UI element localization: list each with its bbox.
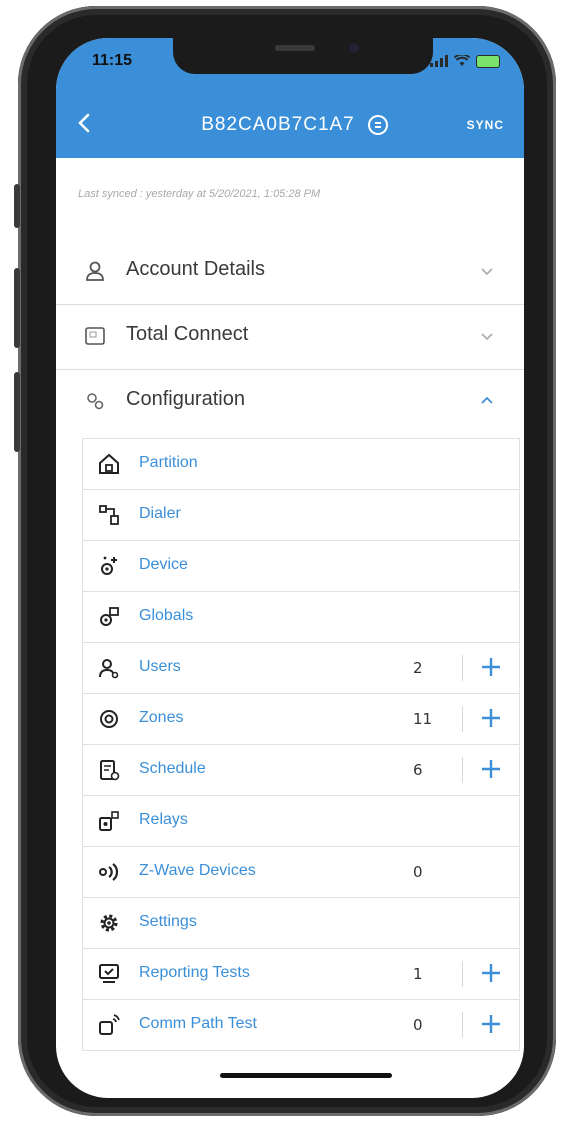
- schedule-icon: [100, 760, 120, 781]
- page-title-container: B82CA0B7C1A7: [56, 114, 524, 136]
- device-icon: [101, 556, 117, 575]
- cellular-signal-icon: [430, 55, 448, 67]
- divider: [462, 655, 463, 681]
- config-item-label: Schedule: [139, 760, 206, 777]
- config-item-label: Globals: [139, 607, 194, 624]
- config-item-count: 1: [413, 965, 423, 983]
- zwave-icon: [99, 863, 119, 881]
- earpiece: [275, 45, 315, 51]
- config-item-reporting-tests[interactable]: Reporting Tests 1: [83, 949, 519, 1000]
- battery-charging-icon: [476, 54, 500, 68]
- section-label: Configuration: [126, 388, 245, 410]
- globals-icon: [100, 607, 119, 626]
- config-item-count: 2: [413, 659, 423, 677]
- config-item-label: Partition: [139, 454, 198, 471]
- configuration-list: Partition Dialer Device Globals Users 2 …: [82, 438, 520, 1051]
- status-icons: [430, 53, 500, 69]
- config-item-z-wave-devices[interactable]: Z-Wave Devices 0: [83, 847, 519, 898]
- config-item-settings[interactable]: Settings: [83, 898, 519, 949]
- zones-icon: [100, 710, 118, 728]
- chevron-down-icon: [481, 268, 493, 276]
- config-item-count: 6: [413, 761, 423, 779]
- config-item-label: Settings: [139, 913, 197, 930]
- house-icon: [99, 453, 119, 474]
- last-synced-text: Last synced : yesterday at 5/20/2021, 1:…: [78, 188, 321, 200]
- config-item-globals[interactable]: Globals: [83, 592, 519, 643]
- add-user-plus-icon[interactable]: [479, 655, 503, 679]
- add-zone-plus-icon[interactable]: [479, 706, 503, 730]
- gears-icon: [87, 393, 104, 410]
- config-item-users[interactable]: Users 2: [83, 643, 519, 694]
- relays-icon: [99, 811, 119, 831]
- config-item-label: Zones: [139, 709, 184, 726]
- config-item-label: Users: [139, 658, 181, 675]
- config-item-schedule[interactable]: Schedule 6: [83, 745, 519, 796]
- volume-up-button: [14, 268, 20, 348]
- chevron-down-icon: [481, 333, 493, 341]
- config-item-relays[interactable]: Relays: [83, 796, 519, 847]
- volume-down-button: [14, 372, 20, 452]
- section-configuration[interactable]: Configuration: [56, 370, 524, 434]
- config-item-comm-path-test[interactable]: Comm Path Test 0: [83, 1000, 519, 1051]
- section-label: Account Details: [126, 258, 265, 280]
- info-icon[interactable]: [367, 114, 389, 136]
- config-item-label: Reporting Tests: [139, 964, 250, 981]
- mute-switch: [14, 184, 20, 228]
- page-title: B82CA0B7C1A7: [201, 114, 355, 135]
- config-item-label: Relays: [139, 811, 188, 828]
- config-item-dialer[interactable]: Dialer: [83, 490, 519, 541]
- config-item-device[interactable]: Device: [83, 541, 519, 592]
- chevron-up-icon: [481, 396, 493, 404]
- reporting-icon: [99, 964, 119, 983]
- wifi-icon: [454, 55, 470, 66]
- config-item-zones[interactable]: Zones 11: [83, 694, 519, 745]
- app-screen: 11:15 B82CA0B7C1A7 SYNC Last synced: ye…: [56, 38, 524, 1098]
- front-camera: [349, 43, 359, 53]
- config-item-label: Device: [139, 556, 188, 573]
- section-account-details[interactable]: Account Details: [56, 240, 524, 305]
- divider: [462, 757, 463, 783]
- settings-icon: [100, 914, 118, 932]
- config-item-partition[interactable]: Partition: [83, 439, 519, 490]
- dialer-icon: [99, 505, 119, 525]
- config-item-count: 11: [413, 710, 433, 728]
- config-item-label: Z-Wave Devices: [139, 862, 256, 879]
- sync-button[interactable]: SYNC: [467, 118, 504, 132]
- config-item-count: 0: [413, 1016, 423, 1034]
- camera-notch: [173, 38, 433, 74]
- divider: [462, 706, 463, 732]
- users-icon: [99, 659, 119, 679]
- home-indicator[interactable]: [220, 1073, 392, 1078]
- add-comm-path-test-plus-icon[interactable]: [479, 1012, 503, 1036]
- divider: [462, 961, 463, 987]
- add-reporting-test-plus-icon[interactable]: [479, 961, 503, 985]
- config-item-count: 0: [413, 863, 423, 881]
- panel-icon: [85, 327, 105, 345]
- add-schedule-plus-icon[interactable]: [479, 757, 503, 781]
- section-total-connect[interactable]: Total Connect: [56, 305, 524, 370]
- config-item-label: Dialer: [139, 505, 181, 522]
- section-label: Total Connect: [126, 323, 249, 345]
- comm-path-icon: [99, 1014, 120, 1035]
- config-item-label: Comm Path Test: [139, 1015, 257, 1032]
- divider: [462, 1012, 463, 1038]
- person-icon: [86, 261, 104, 281]
- status-time: 11:15: [92, 52, 133, 69]
